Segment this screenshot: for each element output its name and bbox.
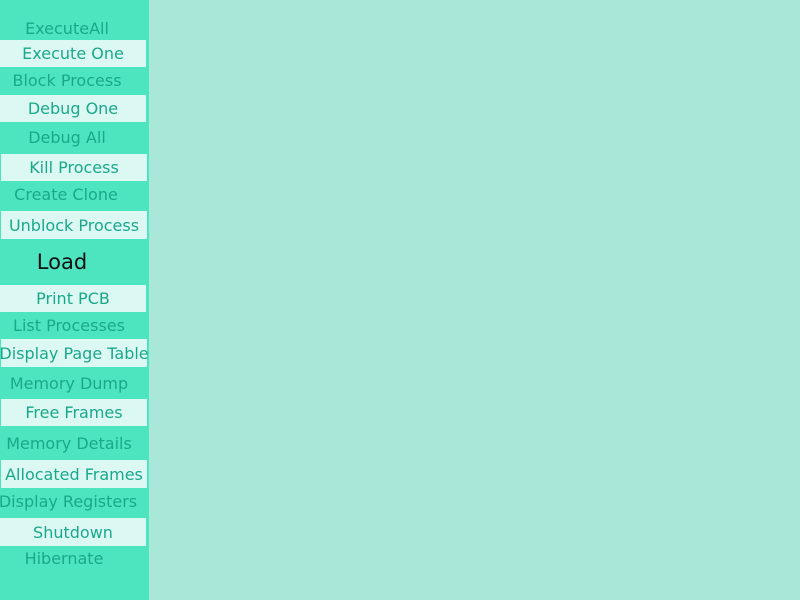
create-clone-label: Create Clone <box>14 184 118 204</box>
kill-process-button[interactable]: Kill Process <box>1 154 147 181</box>
allocated-frames-label: Allocated Frames <box>5 464 143 484</box>
block-process-button[interactable]: Block Process <box>0 68 134 92</box>
main-content-area <box>149 0 800 600</box>
unblock-process-label: Unblock Process <box>8 215 140 235</box>
create-clone-button[interactable]: Create Clone <box>0 182 132 206</box>
kill-process-label: Kill Process <box>29 158 119 177</box>
list-processes-button[interactable]: List Processes <box>0 313 138 337</box>
load-label: Load <box>36 250 88 274</box>
memory-details-button[interactable]: Memory Details <box>0 431 138 455</box>
free-frames-label: Free Frames <box>25 403 123 422</box>
debug-all-label: Debug All <box>28 127 106 147</box>
display-page-table-label: Display Page Table <box>0 343 149 363</box>
hibernate-button[interactable]: Hibernate <box>0 546 128 570</box>
unblock-process-button[interactable]: Unblock Process <box>1 211 147 239</box>
execute-one-label: Execute One <box>22 44 124 63</box>
list-processes-label: List Processes <box>13 315 125 335</box>
shutdown-button[interactable]: Shutdown <box>0 518 146 546</box>
debug-one-button[interactable]: Debug One <box>0 95 146 122</box>
display-registers-button[interactable]: Display Registers <box>0 489 138 513</box>
print-pcb-button[interactable]: Print PCB <box>0 285 146 312</box>
free-frames-button[interactable]: Free Frames <box>1 399 147 426</box>
memory-dump-label: Memory Dump <box>9 373 129 393</box>
allocated-frames-button[interactable]: Allocated Frames <box>1 460 147 488</box>
debug-one-label: Debug One <box>27 99 119 118</box>
display-page-table-button[interactable]: Display Page Table <box>0 339 149 367</box>
hibernate-label: Hibernate <box>24 548 104 568</box>
display-registers-label: Display Registers <box>0 491 138 511</box>
load-button[interactable]: Load <box>0 246 124 278</box>
block-process-label: Block Process <box>12 70 122 90</box>
memory-dump-button[interactable]: Memory Dump <box>0 371 138 395</box>
print-pcb-label: Print PCB <box>36 289 110 308</box>
app-window: ExecuteAll Execute One Block Process Deb… <box>0 0 800 600</box>
execute-one-button[interactable]: Execute One <box>0 40 146 67</box>
memory-details-label: Memory Details <box>6 433 132 453</box>
shutdown-label: Shutdown <box>33 522 113 542</box>
execute-all-button[interactable]: ExecuteAll <box>0 16 134 40</box>
sidebar-menu: ExecuteAll Execute One Block Process Deb… <box>0 0 149 600</box>
debug-all-button[interactable]: Debug All <box>0 125 134 149</box>
execute-all-label: ExecuteAll <box>25 18 109 38</box>
